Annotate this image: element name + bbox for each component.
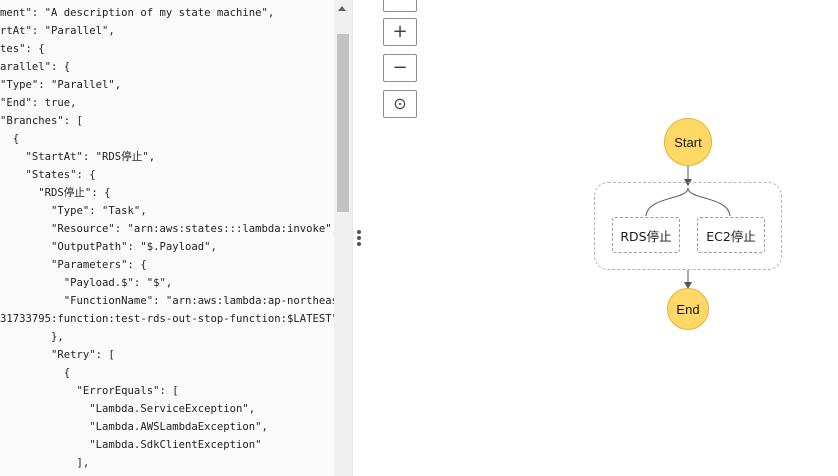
code-line: "Payload.$": "$",	[0, 277, 173, 289]
code-line: "Type": "Parallel",	[0, 79, 122, 91]
end-node[interactable]: End	[667, 288, 709, 330]
code-line: {	[0, 367, 71, 379]
code-line: "Type": "Task",	[0, 205, 147, 217]
drag-handle-dot-icon	[357, 242, 361, 246]
code-line: 31733795:function:test-rds-out-stop-func…	[0, 313, 339, 325]
task-rds-stop[interactable]: RDS停止	[612, 217, 680, 253]
code-line: "ErrorEquals": [	[0, 385, 179, 397]
code-line: "Branches": [	[0, 115, 83, 127]
code-line: "Retry": [	[0, 349, 115, 361]
code-line: "Lambda.SdkClientException"	[0, 439, 262, 451]
scroll-up-arrow-icon[interactable]	[338, 6, 346, 11]
task-ec2-stop[interactable]: EC2停止	[697, 217, 765, 253]
code-content[interactable]: ment": "A description of my state machin…	[0, 4, 351, 472]
code-line: "Lambda.ServiceException",	[0, 403, 256, 415]
editor-scrollbar[interactable]	[334, 0, 352, 476]
start-label: Start	[674, 134, 702, 150]
code-line: {	[0, 133, 20, 145]
code-line: "End": true,	[0, 97, 77, 109]
code-line: "States": {	[0, 169, 96, 181]
task-label: RDS停止	[620, 228, 672, 244]
end-label: End	[676, 301, 700, 317]
definition-editor[interactable]: ment": "A description of my state machin…	[0, 0, 352, 476]
code-line: "OutputPath": "$.Payload",	[0, 241, 217, 253]
code-line: "StartAt": "RDS停止",	[0, 151, 156, 163]
task-label: EC2停止	[706, 228, 756, 244]
code-line: tes": {	[0, 43, 45, 55]
start-node[interactable]: Start	[664, 118, 712, 166]
code-line: "RDS停止": {	[0, 187, 111, 199]
code-line: rtAt": "Parallel",	[0, 25, 115, 37]
drag-handle-dot-icon	[357, 230, 361, 234]
graph-canvas[interactable]: + − ⊙ Start RDS停止 EC2停止 End	[365, 0, 838, 476]
code-line: "Parameters": {	[0, 259, 147, 271]
code-line: ment": "A description of my state machin…	[0, 7, 275, 19]
code-line: ],	[0, 457, 90, 469]
pane-splitter[interactable]	[352, 0, 365, 476]
code-line: arallel": {	[0, 61, 71, 73]
drag-handle-dot-icon	[357, 236, 361, 240]
code-line: },	[0, 331, 64, 343]
code-line: "FunctionName": "arn:aws:lambda:ap-north…	[0, 295, 351, 307]
code-line: "Lambda.AWSLambdaException",	[0, 421, 268, 433]
code-line: "Resource": "arn:aws:states:::lambda:inv…	[0, 223, 339, 235]
scroll-thumb[interactable]	[337, 34, 349, 212]
